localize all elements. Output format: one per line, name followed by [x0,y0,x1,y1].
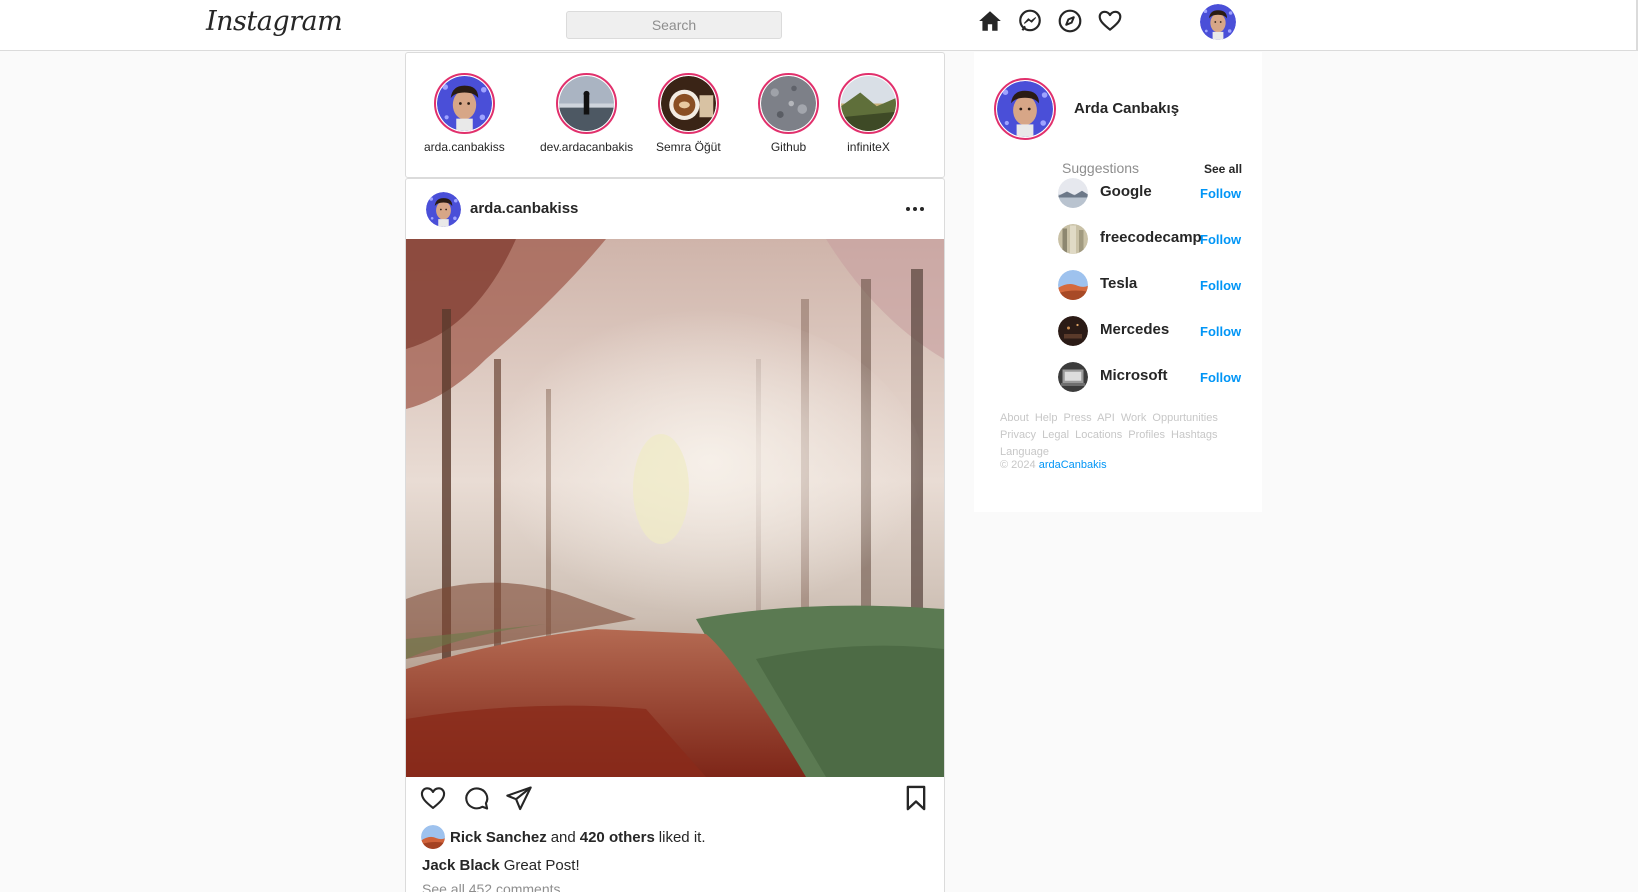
post-actions [406,784,944,818]
follow-button[interactable]: Follow [1200,232,1241,247]
avatar [761,76,816,131]
suggestion-avatar[interactable] [1058,224,1088,254]
suggestion-name[interactable]: Google [1100,183,1152,200]
suggestion-row: Microsoft Follow [1058,362,1248,394]
avatar [660,76,716,131]
footer-link[interactable]: Work [1121,412,1146,424]
footer-link[interactable]: Press [1064,412,1092,424]
see-all-suggestions-link[interactable]: See all [1204,162,1242,176]
footer-link[interactable]: Hashtags [1171,429,1217,441]
copyright-text: © 2024 [1000,459,1036,471]
like-heart-icon[interactable] [419,784,447,812]
story-username: dev.ardacanbakis [540,140,634,154]
story-item[interactable]: infiniteX [838,73,899,154]
explore-icon[interactable] [1057,8,1083,34]
footer-link[interactable]: Language [1000,446,1049,458]
caption-username[interactable]: Jack Black [422,857,500,874]
avatar [559,76,615,131]
see-all-comments-link[interactable]: See all 452 comments [422,881,561,892]
story-ring [838,73,899,134]
feed-post: arda.canbakiss Rick Sanchez and 420 othe… [405,178,945,892]
suggestion-avatar[interactable] [1058,178,1088,208]
comment-icon[interactable] [462,784,490,812]
suggestions-title: Suggestions [1062,160,1140,176]
suggestion-name[interactable]: Microsoft [1100,367,1168,384]
suggestion-name[interactable]: freecodecamp [1100,229,1202,246]
suggestion-name[interactable]: Mercedes [1100,321,1169,338]
more-options-icon[interactable] [904,199,926,219]
right-sidebar: Arda Canbakış Suggestions See all Google… [974,52,1262,512]
search-input[interactable] [566,11,782,39]
follow-button[interactable]: Follow [1200,186,1241,201]
instagram-logo[interactable]: Instagram [206,6,343,37]
caption-text: Great Post! [503,857,580,874]
footer-link[interactable]: Oppurtunities [1152,412,1217,424]
copyright: © 2024 ardaCanbakis [1000,459,1107,471]
footer-link[interactable]: Profiles [1128,429,1165,441]
footer-link[interactable]: About [1000,412,1029,424]
likes-suffix: liked it. [658,828,706,846]
liker-avatar[interactable] [421,825,445,849]
liker-name[interactable]: Rick Sanchez [450,829,547,846]
share-icon[interactable] [505,784,533,812]
post-image[interactable] [406,239,944,777]
footer-link[interactable]: API [1097,412,1115,424]
profile-avatar[interactable] [1200,4,1236,40]
current-user-avatar[interactable] [994,78,1056,140]
likes-summary: Rick Sanchez and 420 others liked it. [421,825,705,849]
instagram-page: Instagram arda.canbakiss [0,0,1638,892]
story-item[interactable]: Semra Öğüt [656,73,721,154]
suggestion-avatar[interactable] [1058,316,1088,346]
story-ring [758,73,819,134]
top-navbar: Instagram [0,0,1638,51]
story-item[interactable]: dev.ardacanbakis [540,73,633,154]
story-username: arda.canbakiss [424,140,505,154]
suggestion-row: Mercedes Follow [1058,316,1248,348]
suggestion-row: Google Follow [1058,178,1248,210]
post-author-avatar[interactable] [426,192,461,227]
story-item[interactable]: Github [758,73,819,154]
suggestion-row: Tesla Follow [1058,270,1248,302]
story-ring [657,73,719,134]
follow-button[interactable]: Follow [1200,370,1241,385]
footer-link[interactable]: Locations [1075,429,1122,441]
copyright-author-link[interactable]: ardaCanbakis [1039,459,1107,471]
post-header: arda.canbakiss [406,179,944,239]
follow-button[interactable]: Follow [1200,324,1241,339]
avatar [437,76,492,131]
likes-others-count[interactable]: 420 others [580,829,655,846]
story-username: infiniteX [847,140,890,154]
post-caption: Jack Black Great Post! [422,857,580,874]
footer-link[interactable]: Help [1035,412,1058,424]
footer-links: About Help Press API Work Oppurtunities … [1000,410,1250,461]
footer-link[interactable]: Legal [1042,429,1069,441]
story-ring [433,73,495,134]
suggestion-row: freecodecamp Follow [1058,224,1248,256]
likes-and-text: and [550,828,576,846]
current-user-name[interactable]: Arda Canbakış [1074,100,1179,117]
follow-button[interactable]: Follow [1200,278,1241,293]
home-icon[interactable] [977,8,1003,34]
story-item[interactable]: arda.canbakiss [424,73,505,154]
avatar [841,76,896,131]
messenger-icon[interactable] [1017,8,1043,34]
suggestion-avatar[interactable] [1058,270,1088,300]
bookmark-icon[interactable] [902,784,930,812]
story-ring [556,73,618,134]
story-username: Semra Öğüt [656,140,721,154]
suggestion-name[interactable]: Tesla [1100,275,1137,292]
stories-bar: arda.canbakiss dev.ardacanbakis Semra Öğ… [405,52,945,178]
heart-icon[interactable] [1097,8,1123,34]
suggestion-avatar[interactable] [1058,362,1088,392]
footer-link[interactable]: Privacy [1000,429,1036,441]
post-author-username[interactable]: arda.canbakiss [470,200,578,217]
story-username: Github [770,140,807,154]
